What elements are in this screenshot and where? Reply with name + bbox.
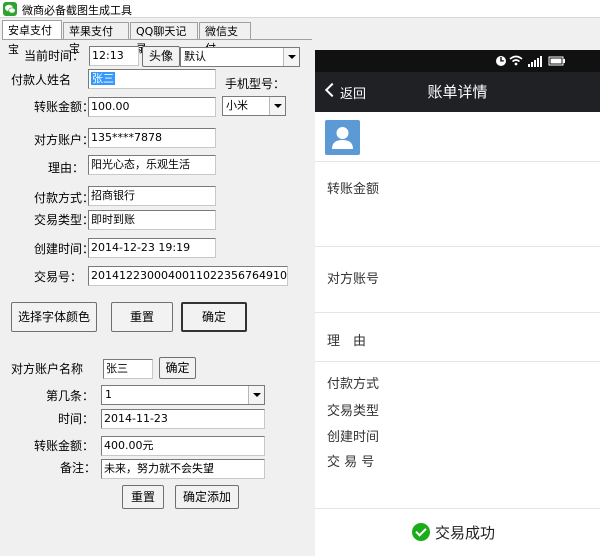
add-record-button[interactable]: 确定添加 — [175, 485, 239, 509]
phone-model-label: 手机型号： — [225, 77, 286, 91]
index-label: 第几条： — [46, 389, 95, 403]
tab-wechat-pay[interactable]: 微信支付 — [199, 22, 251, 55]
tab-android-alipay[interactable]: 安卓支付宝 — [2, 20, 62, 56]
avatar-select-value: 默认 — [184, 50, 206, 63]
record-amount-input[interactable]: 400.00元 — [101, 436, 265, 456]
phone-model-select-value: 小米 — [226, 99, 248, 112]
preview-created-time-label: 创建时间 — [327, 430, 380, 445]
record-amount-label: 转账金额： — [34, 439, 95, 453]
preview-account-label: 对方账号 — [327, 272, 380, 287]
note-label: 备注： — [60, 461, 97, 475]
confirm-button[interactable]: 确定 — [181, 302, 247, 332]
tab-ios-alipay[interactable]: 苹果支付宝 — [63, 22, 129, 55]
preview-trade-type-label: 交易类型 — [327, 404, 380, 419]
trade-no-input[interactable]: 20141223000400110223567649109​11 — [88, 266, 288, 286]
payer-name-input[interactable]: 张三 — [88, 69, 216, 89]
divider — [315, 361, 600, 362]
bill-detail-title: 账单详情 — [427, 83, 488, 101]
wechat-app-icon — [3, 2, 17, 16]
divider — [315, 312, 600, 313]
trade-no-label: 交易号： — [34, 270, 83, 284]
check-circle-icon — [412, 523, 430, 541]
payer-name-selected-text: 张三 — [91, 72, 115, 85]
created-time-label: 创建时间： — [34, 242, 95, 256]
phone-model-select[interactable]: 小米 — [222, 96, 286, 116]
reason-input[interactable]: 阳光心态，乐观生活 — [88, 155, 216, 175]
account-name-confirm-button[interactable]: 确定 — [159, 357, 196, 379]
avatar-button[interactable]: 头像 — [142, 46, 180, 67]
phone-status-bar — [315, 50, 600, 72]
current-time-input[interactable]: 12:13 — [89, 46, 139, 66]
created-time-input[interactable]: 2014-12-23 19:19 — [88, 238, 216, 258]
trade-success-text: 交易成功 — [435, 524, 496, 542]
reset-button[interactable]: 重置 — [111, 302, 173, 332]
divider — [315, 161, 600, 162]
chevron-down-icon[interactable] — [248, 386, 264, 404]
user-icon — [332, 127, 353, 149]
avatar — [325, 120, 360, 155]
font-color-button[interactable]: 选择字体颜色 — [11, 302, 97, 332]
chevron-down-icon[interactable] — [269, 97, 285, 115]
title-bar: 微商必备截图生成工具 — [0, 0, 600, 18]
index-select[interactable]: 1 — [101, 385, 265, 405]
phone-nav-bar: 返回 账单详情 — [315, 72, 600, 112]
tab-panel-border — [2, 39, 312, 40]
window-title: 微商必备截图生成工具 — [22, 4, 132, 17]
current-time-label: 当前时间： — [24, 49, 85, 63]
preview-trade-no-label: 交 易 号 — [327, 455, 375, 470]
reason-label: 理由： — [48, 161, 85, 175]
payer-name-label: 付款人姓名 — [11, 73, 72, 87]
preview-pay-method-label: 付款方式 — [327, 377, 380, 392]
pay-method-input[interactable]: 招商银行 — [88, 186, 216, 206]
tab-qq-chat[interactable]: QQ聊天记录 — [130, 22, 198, 55]
account-input[interactable]: 135****7878 — [88, 128, 216, 148]
pay-method-label: 付款方式： — [34, 191, 95, 205]
divider — [315, 246, 600, 247]
amount-input[interactable]: 100.00 — [88, 97, 216, 117]
trade-success-bar: 交易成功 — [315, 508, 600, 556]
account-name-label: 对方账户名称 — [11, 362, 84, 376]
index-select-value: 1 — [105, 388, 112, 401]
preview-reason-label: 理 由 — [327, 334, 367, 349]
account-name-input[interactable]: 张三 — [103, 359, 153, 379]
time-input[interactable]: 2014-11-23 — [101, 409, 265, 429]
avatar-select[interactable]: 默认 — [180, 47, 300, 67]
time-label: 时间： — [58, 412, 95, 426]
trade-type-label: 交易类型： — [34, 213, 95, 227]
account-label: 对方账户： — [34, 133, 95, 147]
preview-amount-label: 转账金额 — [327, 182, 380, 197]
note-input[interactable]: 未来，努力就不会失望 — [101, 459, 265, 479]
amount-label: 转账金额： — [34, 100, 95, 114]
phone-preview: 返回 账单详情 转账金额 对方账号 理 由 付款方式 交易类型 创建时间 交 易… — [315, 50, 600, 556]
chevron-down-icon[interactable] — [283, 48, 299, 66]
record-reset-button[interactable]: 重置 — [122, 485, 164, 509]
status-icons — [496, 55, 565, 67]
trade-type-input[interactable]: 即时到账 — [88, 210, 216, 230]
